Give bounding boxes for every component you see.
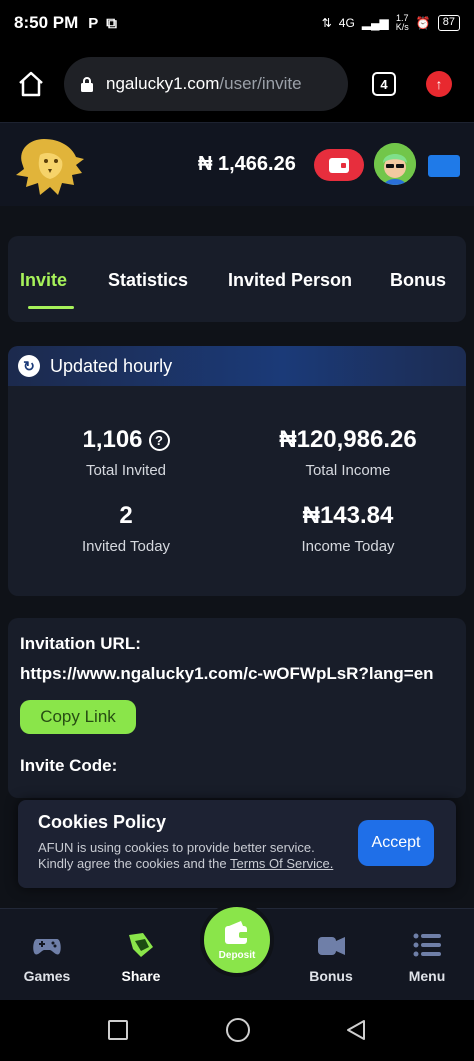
tab-invited-person[interactable]: Invited Person: [228, 270, 352, 291]
back-icon[interactable]: [344, 1018, 368, 1042]
invite-card: Invitation URL: https://www.ngalucky1.co…: [8, 618, 466, 798]
stat-total-income: ₦120,986.26 Total Income: [238, 426, 458, 479]
income-today-label: Income Today: [301, 538, 395, 555]
help-icon[interactable]: ?: [148, 429, 170, 451]
total-income-label: Total Income: [305, 462, 391, 479]
notification-app-icon: ⧉: [106, 14, 117, 32]
nav-bonus[interactable]: Bonus: [296, 929, 366, 984]
system-nav-bar: [0, 1000, 474, 1061]
tab-switcher-button[interactable]: 4: [372, 72, 396, 96]
deposit-wallet-icon: [225, 920, 249, 944]
stat-income-today: ₦143.84 Income Today: [238, 502, 458, 555]
share-icon: [129, 933, 153, 957]
parking-app-icon: P: [88, 14, 99, 32]
status-time: 8:50 PM: [14, 13, 79, 32]
invitation-url[interactable]: https://www.ngalucky1.com/c-wOFWpLsR?lan…: [20, 664, 434, 684]
income-today-value: ₦143.84: [302, 502, 394, 529]
status-bar: 8:50 PM P ⧉ ⇅ 4G ▂▄▆ 1.7 K/s ⏰ 87: [0, 0, 474, 46]
terms-of-service-link[interactable]: Terms Of Service.: [230, 856, 333, 871]
menu-icon: [413, 933, 441, 957]
system-home-icon[interactable]: [226, 1018, 250, 1042]
invite-code-label: Invite Code:: [20, 756, 118, 775]
invite-tabs: Invite Statistics Invited Person Bonus: [8, 236, 466, 322]
invited-today-value: 2: [119, 502, 133, 529]
tab-bonus[interactable]: Bonus: [390, 270, 446, 291]
invited-today-label: Invited Today: [81, 538, 171, 555]
total-invited-value: 1,106: [82, 426, 143, 453]
tab-statistics[interactable]: Statistics: [108, 270, 188, 291]
total-invited-label: Total Invited: [85, 462, 167, 479]
message-icon[interactable]: [428, 155, 460, 177]
signal-icon: ▂▄▆: [361, 16, 389, 30]
nav-games[interactable]: Games: [12, 929, 82, 984]
stats-header: ↻ Updated hourly: [8, 346, 466, 386]
nav-menu[interactable]: Menu: [392, 929, 462, 984]
address-bar[interactable]: ngalucky1.com/user/invite: [64, 57, 348, 111]
stat-invited-today: 2 Invited Today: [16, 502, 236, 555]
site-header: ₦ 1,466.26: [0, 122, 474, 206]
url-host: ngalucky1.com: [106, 74, 220, 93]
lock-icon: [81, 77, 93, 92]
wallet-icon: [329, 157, 349, 173]
tab-invite[interactable]: Invite: [20, 270, 67, 291]
nav-share[interactable]: Share: [106, 929, 176, 984]
battery-indicator: 87: [437, 15, 460, 31]
network-speed: 1.7 K/s: [395, 13, 409, 32]
url-path: /user/invite: [219, 74, 302, 93]
browser-toolbar: ngalucky1.com/user/invite 4 ↑: [0, 46, 474, 122]
refresh-icon: ↻: [18, 355, 40, 377]
bottom-nav: Games Share Deposit Bonus Menu: [0, 903, 474, 1000]
avatar[interactable]: [374, 143, 416, 185]
stat-total-invited: 1,106? Total Invited: [16, 426, 236, 479]
updated-hourly-label: Updated hourly: [50, 355, 173, 376]
lion-logo[interactable]: [12, 133, 86, 199]
total-income-value: ₦120,986.26: [279, 426, 417, 453]
invitation-url-label: Invitation URL:: [20, 634, 141, 653]
cookie-title: Cookies Policy: [38, 812, 167, 832]
network-type: 4G: [338, 16, 355, 30]
alarm-icon: ⏰: [415, 16, 431, 30]
bonus-icon: [318, 937, 345, 955]
recent-apps-icon[interactable]: [108, 1020, 128, 1040]
data-transfer-icon: ⇅: [321, 16, 332, 30]
copy-link-button[interactable]: Copy Link: [20, 700, 136, 734]
active-tab-indicator: [28, 306, 74, 309]
balance-amount: ₦ 1,466.26: [198, 153, 296, 175]
gamepad-icon: [33, 939, 61, 955]
cookie-text: AFUN is using cookies to provide better …: [38, 840, 334, 871]
wallet-button[interactable]: [314, 149, 364, 181]
deposit-button[interactable]: Deposit: [200, 903, 274, 977]
cookie-banner: Cookies Policy AFUN is using cookies to …: [18, 800, 456, 888]
avatar-face-icon: [374, 143, 416, 185]
stats-card: ↻ Updated hourly 1,106? Total Invited ₦1…: [8, 346, 466, 596]
status-indicators: ⇅ 4G ▂▄▆ 1.7 K/s ⏰ 87: [322, 14, 460, 32]
accept-cookies-button[interactable]: Accept: [358, 820, 434, 866]
home-icon[interactable]: [16, 69, 46, 99]
upload-icon[interactable]: ↑: [426, 71, 452, 97]
